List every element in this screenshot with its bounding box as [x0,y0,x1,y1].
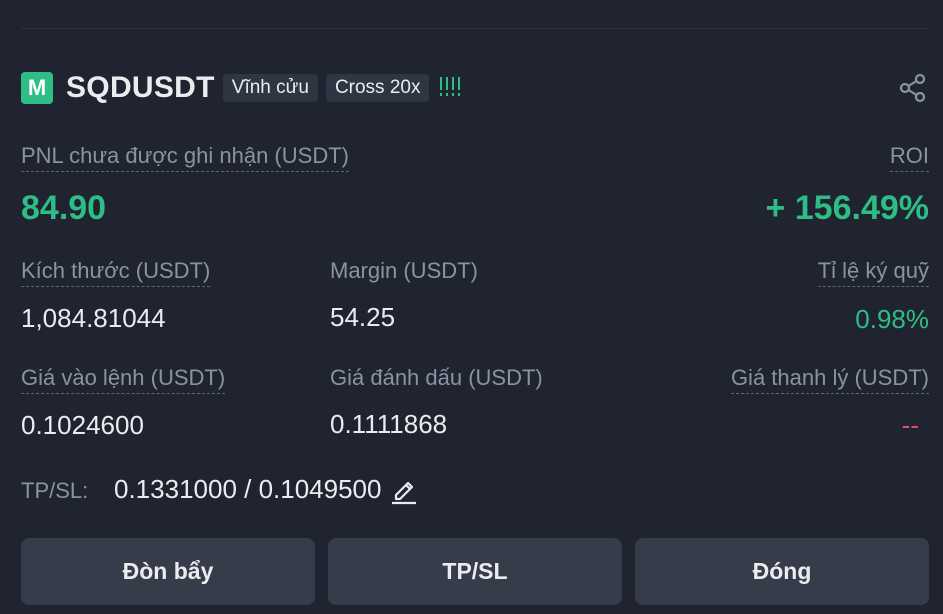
risk-indicator-icon [439,77,463,98]
pnl-value: 84.90 [21,189,107,227]
size-value: 1,084.81044 [21,303,166,333]
pencil-edit-icon[interactable] [389,475,419,505]
liquidation-price-value: -- [901,410,919,440]
size-label[interactable]: Kích thước (USDT) [21,258,211,287]
pnl-label[interactable]: PNL chưa được ghi nhận (USDT) [21,143,349,172]
margin-mode-tag[interactable]: Cross 20x [325,74,430,102]
position-header: M SQDUSDT Vĩnh cửu Cross 20x [21,70,463,106]
entry-price-label[interactable]: Giá vào lệnh (USDT) [21,365,226,394]
mark-price-label: Giá đánh dấu (USDT) [330,365,543,390]
margin-value: 54.25 [330,302,396,332]
margin-ratio-value: 0.98% [855,304,929,334]
entry-price-value: 0.1024600 [21,410,144,440]
position-card: M SQDUSDT Vĩnh cửu Cross 20x PNL chưa đư… [0,0,943,614]
share-icon[interactable] [897,72,929,104]
symbol-title[interactable]: SQDUSDT [66,71,215,105]
margin-ratio-label[interactable]: Tỉ lệ ký quỹ [817,258,929,287]
margin-label: Margin (USDT) [330,258,478,283]
tpsl-label: TP/SL: [21,478,89,503]
divider [21,28,929,29]
coin-icon: M [21,72,53,104]
roi-value: + 156.49% [765,189,929,227]
liquidation-price-label[interactable]: Giá thanh lý (USDT) [730,365,929,394]
roi-label[interactable]: ROI [889,143,929,172]
contract-type-tag: Vĩnh cửu [222,74,318,102]
tpsl-button[interactable]: TP/SL [328,538,622,605]
close-position-button[interactable]: Đóng [635,538,929,605]
mark-price-value: 0.1111868 [330,409,448,439]
tpsl-value: 0.1331000 / 0.1049500 [114,474,382,504]
leverage-button[interactable]: Đòn bẩy [21,538,315,605]
